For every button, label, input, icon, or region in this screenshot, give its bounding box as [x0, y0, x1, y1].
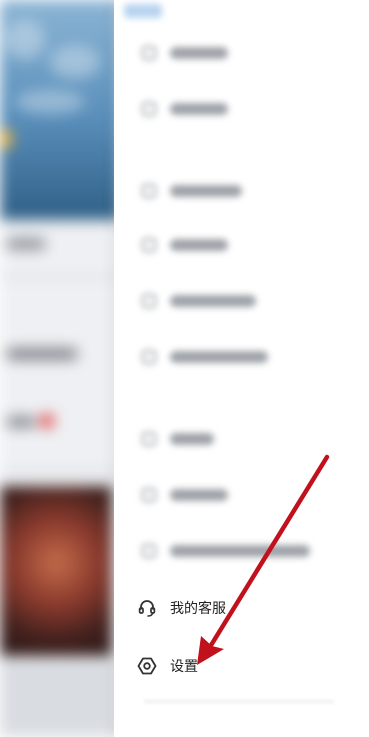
menu-item-blurred	[114, 234, 369, 258]
settings-item[interactable]: 设置	[114, 650, 369, 680]
top-tab	[124, 4, 162, 18]
menu-item-blurred	[114, 346, 369, 370]
background-red-dot	[40, 414, 54, 428]
menu-item-blurred	[114, 484, 369, 508]
settings-label: 设置	[170, 658, 198, 674]
background-card-image	[0, 486, 112, 656]
menu-item-blurred	[114, 42, 369, 66]
bottom-divider	[144, 700, 334, 703]
menu-item-blurred	[114, 180, 369, 204]
menu-item-blurred	[114, 290, 369, 314]
menu-item-blurred	[114, 98, 369, 122]
customer-service-label: 我的客服	[170, 600, 226, 616]
gear-hexagon-icon	[137, 657, 157, 675]
background-banner	[0, 0, 120, 220]
menu-item-blurred	[114, 540, 369, 564]
menu-item-blurred	[114, 428, 369, 452]
headset-icon	[138, 600, 156, 617]
background-app	[0, 0, 120, 737]
side-drawer: 我的客服 设置	[114, 0, 369, 737]
blurred-menu-items	[114, 0, 369, 580]
customer-service-item[interactable]: 我的客服	[114, 592, 369, 622]
